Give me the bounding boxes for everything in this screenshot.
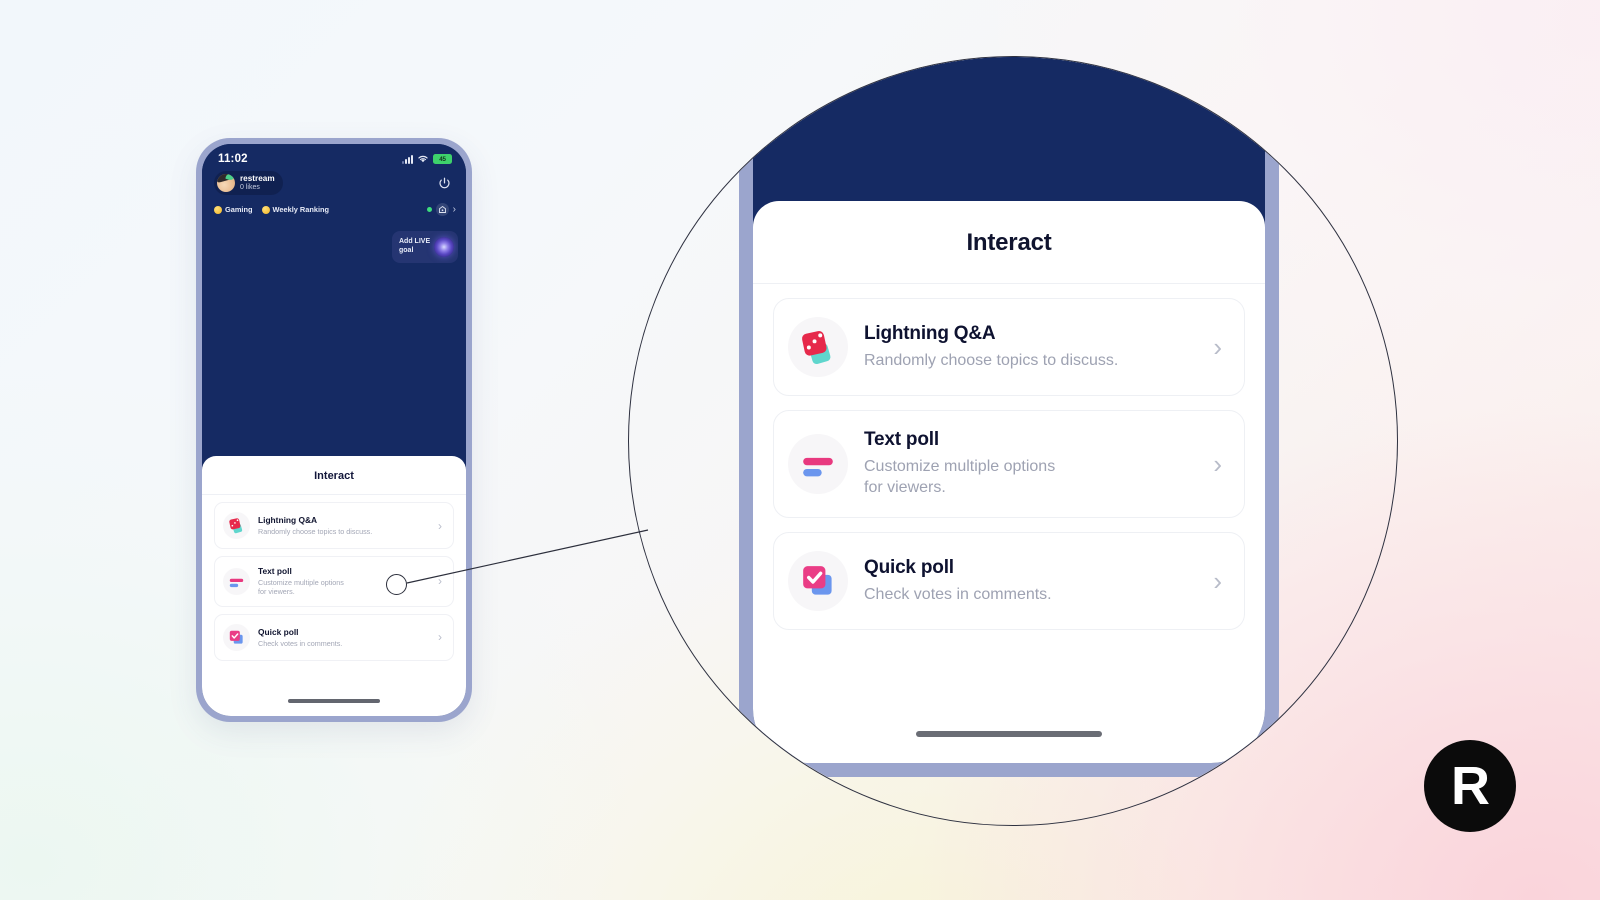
stream-tag-row: Gaming Weekly Ranking › xyxy=(202,195,466,216)
interact-item-quick-poll-magnified[interactable]: Quick poll Check votes in comments. › xyxy=(773,532,1245,631)
target-icon xyxy=(434,237,454,257)
status-bar-time: 11:02 xyxy=(218,153,248,165)
chevron-right-icon[interactable]: › xyxy=(438,575,444,587)
magnifier-focus-point xyxy=(386,574,407,595)
phone-screen-small: 11:02 45 restream 0 likes Gaming Weekly … xyxy=(202,144,466,716)
dice-icon xyxy=(223,512,250,539)
broadcast-icon[interactable] xyxy=(435,203,449,216)
stream-tag[interactable]: Weekly Ranking xyxy=(261,205,330,214)
chevron-right-icon[interactable]: › xyxy=(453,204,456,215)
interact-item-text-poll[interactable]: Text poll Customize multiple options for… xyxy=(214,556,454,607)
logo-letter: R xyxy=(1451,756,1490,816)
live-stream-preview-magnified xyxy=(753,57,1265,201)
status-bar-small: 11:02 45 xyxy=(202,144,466,165)
stream-tag[interactable]: Gaming xyxy=(214,205,253,214)
chevron-right-icon[interactable]: › xyxy=(1213,334,1228,360)
restream-logo: R xyxy=(1424,740,1516,832)
interact-item-lightning-qa-magnified[interactable]: Lightning Q&A Randomly choose topics to … xyxy=(773,298,1245,396)
live-stream-preview-small: 11:02 45 restream 0 likes Gaming Weekly … xyxy=(202,144,466,456)
interact-item-title: Quick poll xyxy=(864,556,954,578)
interact-item-subtitle: Randomly choose topics to discuss. xyxy=(864,351,1119,369)
interact-item-subtitle: Check votes in comments. xyxy=(864,585,1052,603)
wifi-icon xyxy=(418,155,428,163)
home-indicator xyxy=(288,699,380,703)
interact-item-title: Text poll xyxy=(258,566,292,576)
stream-tag-label: Weekly Ranking xyxy=(272,205,330,214)
add-live-goal-button[interactable]: Add LIVE goal xyxy=(392,231,458,263)
channel-likes: 0 likes xyxy=(240,183,260,191)
add-live-goal-label: Add LIVE goal xyxy=(399,238,431,254)
interact-sheet-magnified: Interact Lightning Q&A Randomly choose t… xyxy=(753,201,1265,763)
home-indicator-magnified xyxy=(916,731,1102,737)
poll-bars-icon xyxy=(788,434,848,495)
interact-sheet-title: Interact xyxy=(202,456,466,495)
chevron-right-icon[interactable]: › xyxy=(438,631,444,643)
phone-screen-magnified: Interact Lightning Q&A Randomly choose t… xyxy=(753,57,1265,763)
channel-avatar xyxy=(217,174,235,192)
checkbox-stack-icon xyxy=(223,623,250,651)
battery-icon: 45 xyxy=(433,154,452,164)
interact-item-title: Lightning Q&A xyxy=(258,514,318,525)
interact-item-subtitle: Customize multiple options for viewers. xyxy=(864,457,1056,497)
coin-icon xyxy=(261,205,270,214)
poll-bars-icon xyxy=(223,567,250,595)
power-icon[interactable] xyxy=(437,176,452,191)
interact-item-title: Quick poll xyxy=(258,626,299,637)
stream-account-row: restream 0 likes xyxy=(202,165,466,195)
channel-name: restream xyxy=(240,174,275,184)
chevron-right-icon[interactable]: › xyxy=(438,520,444,532)
interact-item-quick-poll[interactable]: Quick poll Check votes in comments. › xyxy=(214,613,454,661)
cellular-signal-icon xyxy=(402,154,413,164)
dice-icon xyxy=(788,317,848,377)
interact-item-title: Lightning Q&A xyxy=(864,322,996,344)
live-dot-icon xyxy=(426,207,432,212)
interact-sheet-title-magnified: Interact xyxy=(753,201,1265,284)
stream-tag-label: Gaming xyxy=(225,205,253,214)
channel-badge[interactable]: restream 0 likes xyxy=(214,171,283,195)
interact-item-text-poll-magnified[interactable]: Text poll Customize multiple options for… xyxy=(773,410,1245,519)
phone-mockup-small: 11:02 45 restream 0 likes Gaming Weekly … xyxy=(196,138,472,722)
screenshot-canvas: 11:02 45 restream 0 likes Gaming Weekly … xyxy=(0,0,1600,900)
chevron-right-icon[interactable]: › xyxy=(1213,568,1228,594)
phone-mockup-magnified: Interact Lightning Q&A Randomly choose t… xyxy=(739,57,1279,777)
chevron-right-icon[interactable]: › xyxy=(1213,451,1228,477)
interact-item-subtitle: Check votes in comments. xyxy=(258,638,343,648)
interact-item-subtitle: Randomly choose topics to discuss. xyxy=(258,526,373,536)
checkbox-stack-icon xyxy=(788,551,848,612)
interact-sheet-small: Interact Lightning Q&A Randomly choose t… xyxy=(202,456,466,716)
interact-item-lightning-qa[interactable]: Lightning Q&A Randomly choose topics to … xyxy=(214,502,454,549)
coin-icon xyxy=(214,205,222,214)
magnifier-circle: Interact Lightning Q&A Randomly choose t… xyxy=(628,56,1398,826)
interact-item-title: Text poll xyxy=(864,429,939,450)
